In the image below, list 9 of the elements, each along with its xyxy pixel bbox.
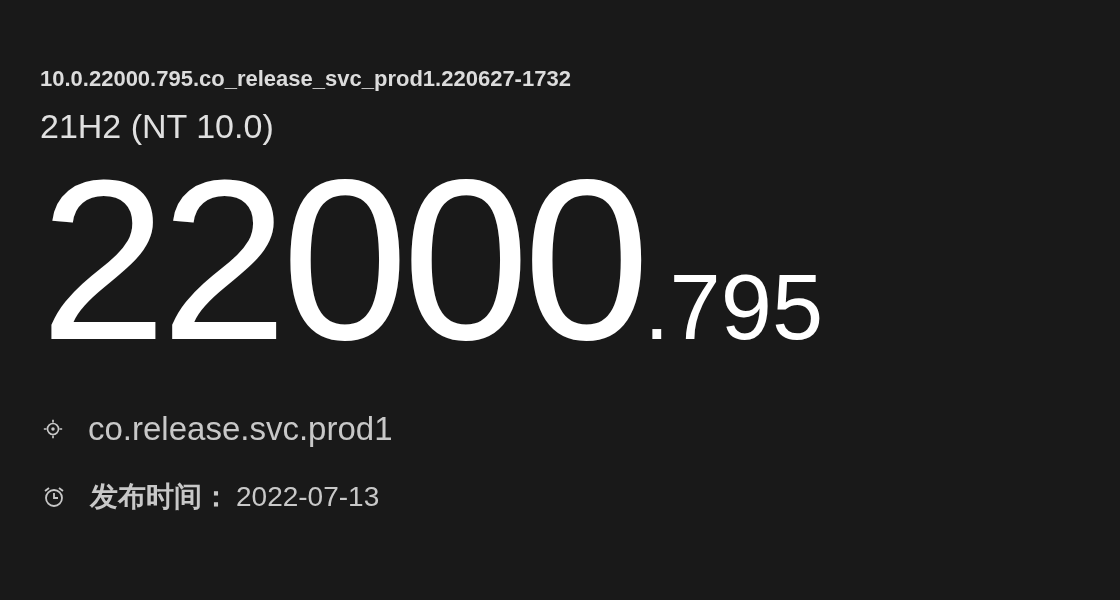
- branch-name: co.release.svc.prod1: [88, 410, 393, 448]
- build-number: 22000: [40, 146, 644, 374]
- version-label: 21H2 (NT 10.0): [40, 106, 274, 147]
- alarm-clock-icon: [42, 485, 66, 509]
- sun-icon: [42, 418, 64, 440]
- date-label: 发布时间：: [90, 480, 230, 514]
- revision-number: .795: [644, 261, 824, 353]
- build-string: 10.0.22000.795.co_release_svc_prod1.220627-1732: [40, 65, 571, 93]
- release-date: 2022-07-13: [236, 481, 380, 513]
